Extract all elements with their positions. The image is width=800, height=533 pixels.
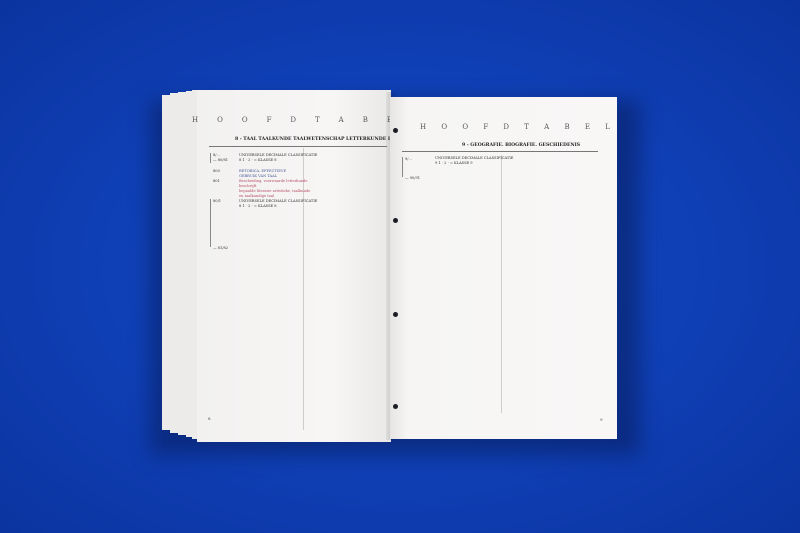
left-header-letters: H O O F D T A B E <box>192 116 392 124</box>
entry-code: 80/1 <box>213 199 222 203</box>
binder-hole <box>393 218 398 223</box>
entry-text: RETORICA, EFFECTIEVE <box>239 169 287 173</box>
right-section-title: 9 - GEOGRAFIE. BIOGRAFIE. GESCHIEDENIS <box>462 143 581 148</box>
entry-bracket <box>210 153 211 163</box>
entry-subcode: — 80/81 <box>213 158 229 162</box>
left-title-rule <box>209 146 387 147</box>
entry-text: UNIVERSELE DECIMALE CLASSIFICATIE <box>239 153 318 157</box>
entry-text: GEBRUIK VAN TAAL <box>239 174 278 178</box>
right-header-letters: H O O F D T A B E L <box>420 123 610 131</box>
entry-code: 800 <box>213 169 220 173</box>
left-page-number: 8 <box>208 416 211 421</box>
entry-code: 8/... <box>213 153 220 157</box>
entry-bracket <box>210 199 211 247</box>
entry-code: 9/... <box>405 157 412 161</box>
entry-footer-code: — 81/82 <box>213 246 229 250</box>
entry-text: 8 1 · 2 · = KLASSE 8 <box>239 204 277 208</box>
entry-subcode: — 90/91 <box>405 176 421 180</box>
right-page: H O O F D T A B E L 9 - GEOGRAFIE. BIOGR… <box>390 97 617 439</box>
entry-text: bepaalde literaire artistieke, taalkunde <box>239 189 311 193</box>
entry-text: UNIVERSELE DECIMALE CLASSIFICATIE <box>435 156 514 160</box>
column-divider <box>501 155 502 413</box>
binder-hole <box>393 312 398 317</box>
entry-text: en taalkundige taal <box>239 194 275 198</box>
right-page-number: 9 <box>600 417 603 422</box>
entry-text: 9 1 · 2 · = KLASSE 9 <box>435 161 473 165</box>
right-title-rule <box>402 151 598 152</box>
entry-bracket <box>402 157 403 177</box>
entry-code: 801 <box>213 179 220 183</box>
left-page: H O O F D T A B E 8 - TAAL TAALKUNDE TAA… <box>192 90 423 442</box>
entry-text: UNIVERSELE DECIMALE CLASSIFICATIE <box>239 199 318 203</box>
entry-text: Bescheiding, voorwaarde letterkunde <box>239 179 308 183</box>
entry-text: 8 1 · 2 · = KLASSE 8 <box>239 158 277 162</box>
binder-hole <box>393 404 398 409</box>
entry-text: beschrijft <box>239 184 257 188</box>
binder-hole <box>393 128 398 133</box>
